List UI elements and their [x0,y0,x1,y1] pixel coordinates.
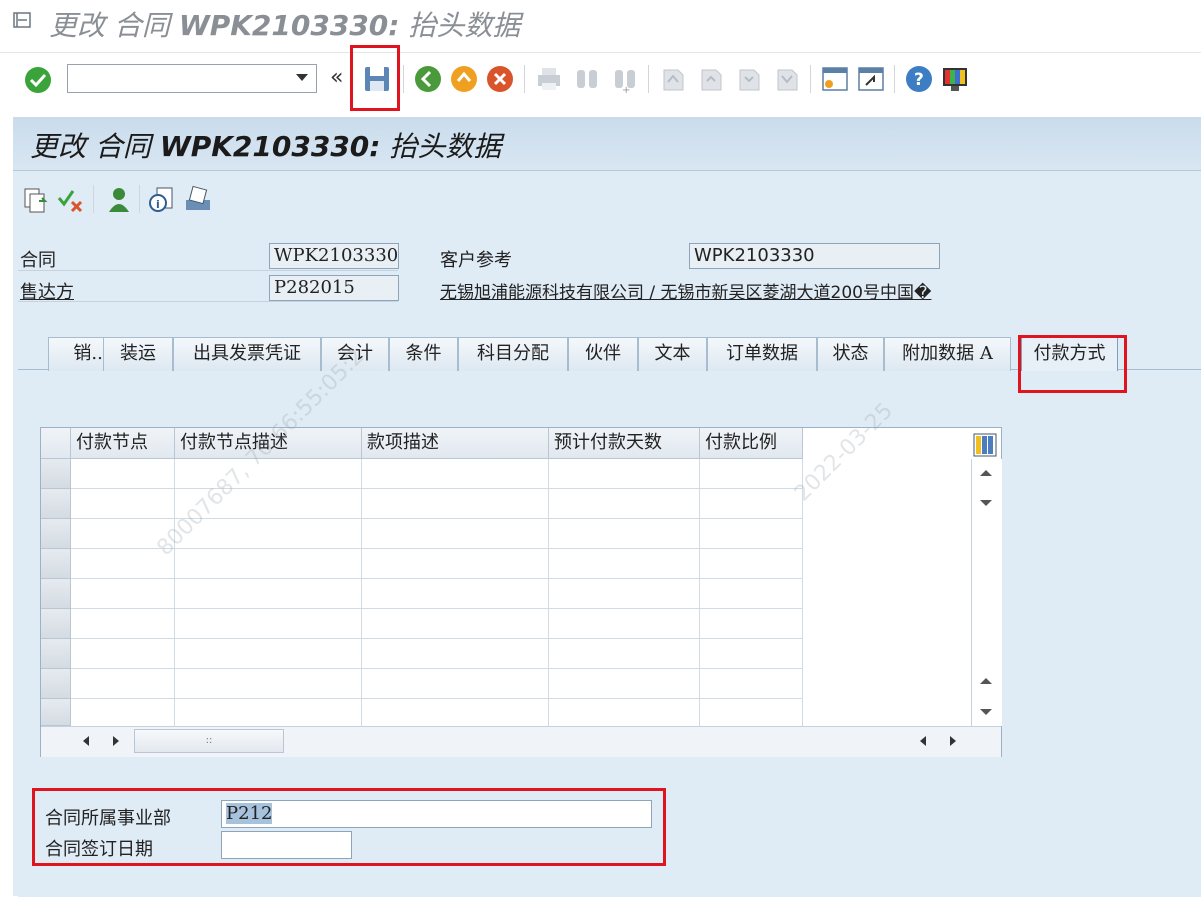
screen-title-suffix: 抬头数据 [380,130,502,163]
print-icon[interactable] [534,64,564,94]
document-copy-icon[interactable] [21,185,51,215]
previous-page-icon[interactable] [696,64,726,94]
sold-to-description: 无锡旭浦能源科技有限公司 / 无锡市新吴区菱湖大道200号中国� [440,283,932,303]
payment-table: 付款节点 付款节点描述 款项描述 预计付款天数 付款比例 :: [40,427,1002,757]
column-header[interactable]: 付款比例 [700,428,803,459]
row-selector[interactable] [41,549,71,579]
next-page-icon[interactable] [734,64,764,94]
print-preview-icon[interactable] [183,185,213,215]
tab-partners[interactable]: 伙伴 [568,337,638,371]
highlight-payment-tab [1018,335,1127,393]
title-bar: 更改 合同 WPK2103330: 抬头数据 [0,0,1201,53]
command-field[interactable] [67,64,317,93]
row-selector[interactable] [41,519,71,549]
window-title-suffix: 抬头数据 [399,9,521,42]
screen-title-doc: WPK2103330: [159,130,381,163]
check-delete-icon[interactable] [56,185,86,215]
menu-icon[interactable] [13,12,31,28]
scroll-up-icon[interactable] [980,470,992,476]
scroll-down-icon[interactable] [980,500,992,506]
first-page-icon[interactable] [658,64,688,94]
layout-menu-icon[interactable] [940,64,970,94]
chevron-down-icon[interactable] [296,74,308,81]
tab-texts[interactable]: 文本 [638,337,707,371]
enter-check-icon[interactable] [23,65,53,95]
tab-additional-data-a[interactable]: 附加数据 A [884,337,1011,371]
sold-to-field[interactable]: P282015 [269,275,399,301]
screen-title-prefix: 更改 合同 [30,130,160,163]
svg-text:+: + [622,85,630,94]
row-selector[interactable] [41,669,71,699]
window-title: 更改 合同 WPK2103330: 抬头数据 [49,4,520,44]
exit-icon[interactable] [449,64,479,94]
shortcut-icon[interactable] [856,64,886,94]
table-corner[interactable] [41,428,71,459]
back-icon[interactable] [413,64,443,94]
customer-ref-field[interactable]: WPK2103330 [689,243,940,269]
display-info-icon[interactable]: i [147,185,177,215]
horizontal-scrollbar[interactable]: :: [41,726,1001,757]
screen-title: 更改 合同 WPK2103330: 抬头数据 [30,125,501,165]
svg-text:?: ? [914,70,924,90]
scroll-page-up-icon[interactable] [980,678,992,684]
new-session-icon[interactable] [820,64,850,94]
application-toolbar: i [13,171,1201,221]
scroll-page-down-icon[interactable] [980,709,992,715]
find-next-icon[interactable]: + [610,64,640,94]
scroll-thumb[interactable]: :: [134,729,284,753]
tab-billing-document[interactable]: 出具发票凭证 [173,337,321,371]
column-header[interactable]: 款项描述 [362,428,549,459]
screen-header: 更改 合同 WPK2103330: 抬头数据 [13,117,1201,171]
person-icon[interactable] [104,185,134,215]
highlight-save [350,45,400,111]
svg-text:i: i [156,198,160,211]
row-selector[interactable] [41,579,71,609]
customer-ref-label: 客户参考 [440,250,512,271]
tab-order-data[interactable]: 订单数据 [707,337,817,371]
find-icon[interactable] [572,64,602,94]
window-title-doc: WPK2103330: [178,9,400,42]
tab-conditions[interactable]: 条件 [389,337,458,371]
column-config-icon[interactable] [973,433,997,457]
help-icon[interactable]: ? [904,64,934,94]
scroll-right-end-icon[interactable] [950,736,956,746]
scroll-left-end-icon[interactable] [920,736,926,746]
tab-account-assignment[interactable]: 科目分配 [458,337,568,371]
row-selector[interactable] [41,639,71,669]
window-title-prefix: 更改 合同 [49,9,179,42]
scroll-right-icon[interactable] [113,736,119,746]
row-selector[interactable] [41,489,71,519]
standard-toolbar: « + ? [0,53,1201,105]
row-selector[interactable] [41,459,71,489]
collapse-icon[interactable]: « [330,65,343,90]
contract-label: 合同 [20,250,56,271]
vertical-scrollbar[interactable] [971,459,1002,726]
last-page-icon[interactable] [772,64,802,94]
row-selector[interactable] [41,609,71,639]
scroll-left-icon[interactable] [83,736,89,746]
cancel-icon[interactable] [485,64,515,94]
column-header[interactable]: 预计付款天数 [549,428,700,459]
highlight-form [32,788,666,866]
tab-status[interactable]: 状态 [817,337,884,371]
column-header[interactable]: 付款节点 [71,428,175,459]
contract-field[interactable]: WPK2103330 [269,243,399,269]
tab-shipping[interactable]: 装运 [103,337,173,371]
row-selector[interactable] [41,699,71,726]
